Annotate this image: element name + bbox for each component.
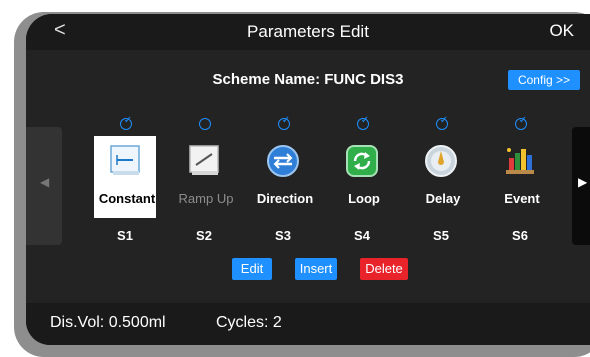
page-title: Parameters Edit <box>247 22 369 41</box>
step-label: Loop <box>348 191 380 206</box>
step-id: S6 <box>512 228 528 243</box>
delete-button[interactable]: Delete <box>360 258 408 280</box>
scroll-right-button[interactable]: ▶ <box>572 127 590 245</box>
check-icon: ✓ <box>281 115 291 126</box>
step-s3[interactable]: ✓ Direction S3 <box>250 115 320 258</box>
step-label: Event <box>504 191 540 206</box>
loop-icon <box>346 145 378 177</box>
arrow-left-icon: ◀ <box>40 175 50 189</box>
step-card[interactable]: Loop <box>331 136 393 218</box>
step-id: S4 <box>354 228 370 243</box>
step-card[interactable]: Direction <box>252 136 314 218</box>
ramp-up-icon <box>189 145 219 175</box>
step-card[interactable]: Event <box>489 136 551 218</box>
screen: < Parameters Edit OK Scheme Name: FUNC D… <box>26 14 590 345</box>
delay-icon <box>425 145 457 177</box>
check-icon: ✓ <box>439 115 449 126</box>
step-id: S5 <box>433 228 449 243</box>
step-s4[interactable]: ✓ Loop S4 <box>329 115 399 258</box>
config-button[interactable]: Config >> <box>508 70 580 90</box>
constant-icon <box>110 145 140 175</box>
step-card[interactable]: Constant <box>94 136 156 218</box>
event-icon <box>506 148 534 174</box>
status-bar: Dis.Vol: 0.500ml Cycles: 2 <box>26 303 590 345</box>
step-label: Delay <box>425 191 461 206</box>
arrow-right-icon: ▶ <box>578 175 588 189</box>
check-icon: ✓ <box>360 115 370 126</box>
direction-icon <box>267 145 299 177</box>
edit-button[interactable]: Edit <box>232 258 272 280</box>
dispense-volume: Dis.Vol: 0.500ml <box>50 314 166 331</box>
cycles-count: Cycles: 2 <box>216 314 282 331</box>
step-label: Ramp Up <box>178 191 234 206</box>
step-s5[interactable]: ✓ Delay S5 <box>408 115 478 258</box>
step-label: Direction <box>256 191 314 206</box>
step-id: S2 <box>196 228 212 243</box>
step-s2[interactable]: Ramp Up S2 <box>171 118 241 258</box>
step-radio[interactable] <box>199 118 211 130</box>
check-icon: ✓ <box>518 115 528 126</box>
ok-button[interactable]: OK <box>549 21 574 41</box>
step-label: Constant <box>98 191 156 206</box>
step-id: S1 <box>117 228 133 243</box>
check-icon: ✓ <box>123 115 133 126</box>
step-card[interactable]: Ramp Up <box>173 136 235 218</box>
scroll-left-button[interactable]: ◀ <box>26 127 62 245</box>
step-s1[interactable]: ✓ Constant S1 <box>92 115 162 258</box>
step-id: S3 <box>275 228 291 243</box>
scheme-name: Scheme Name: FUNC DIS3 <box>212 71 404 88</box>
insert-button[interactable]: Insert <box>295 258 337 280</box>
title-bar: < Parameters Edit OK <box>26 14 590 50</box>
step-s6[interactable]: ✓ Event S6 <box>487 115 557 258</box>
step-card[interactable]: Delay <box>410 136 472 218</box>
